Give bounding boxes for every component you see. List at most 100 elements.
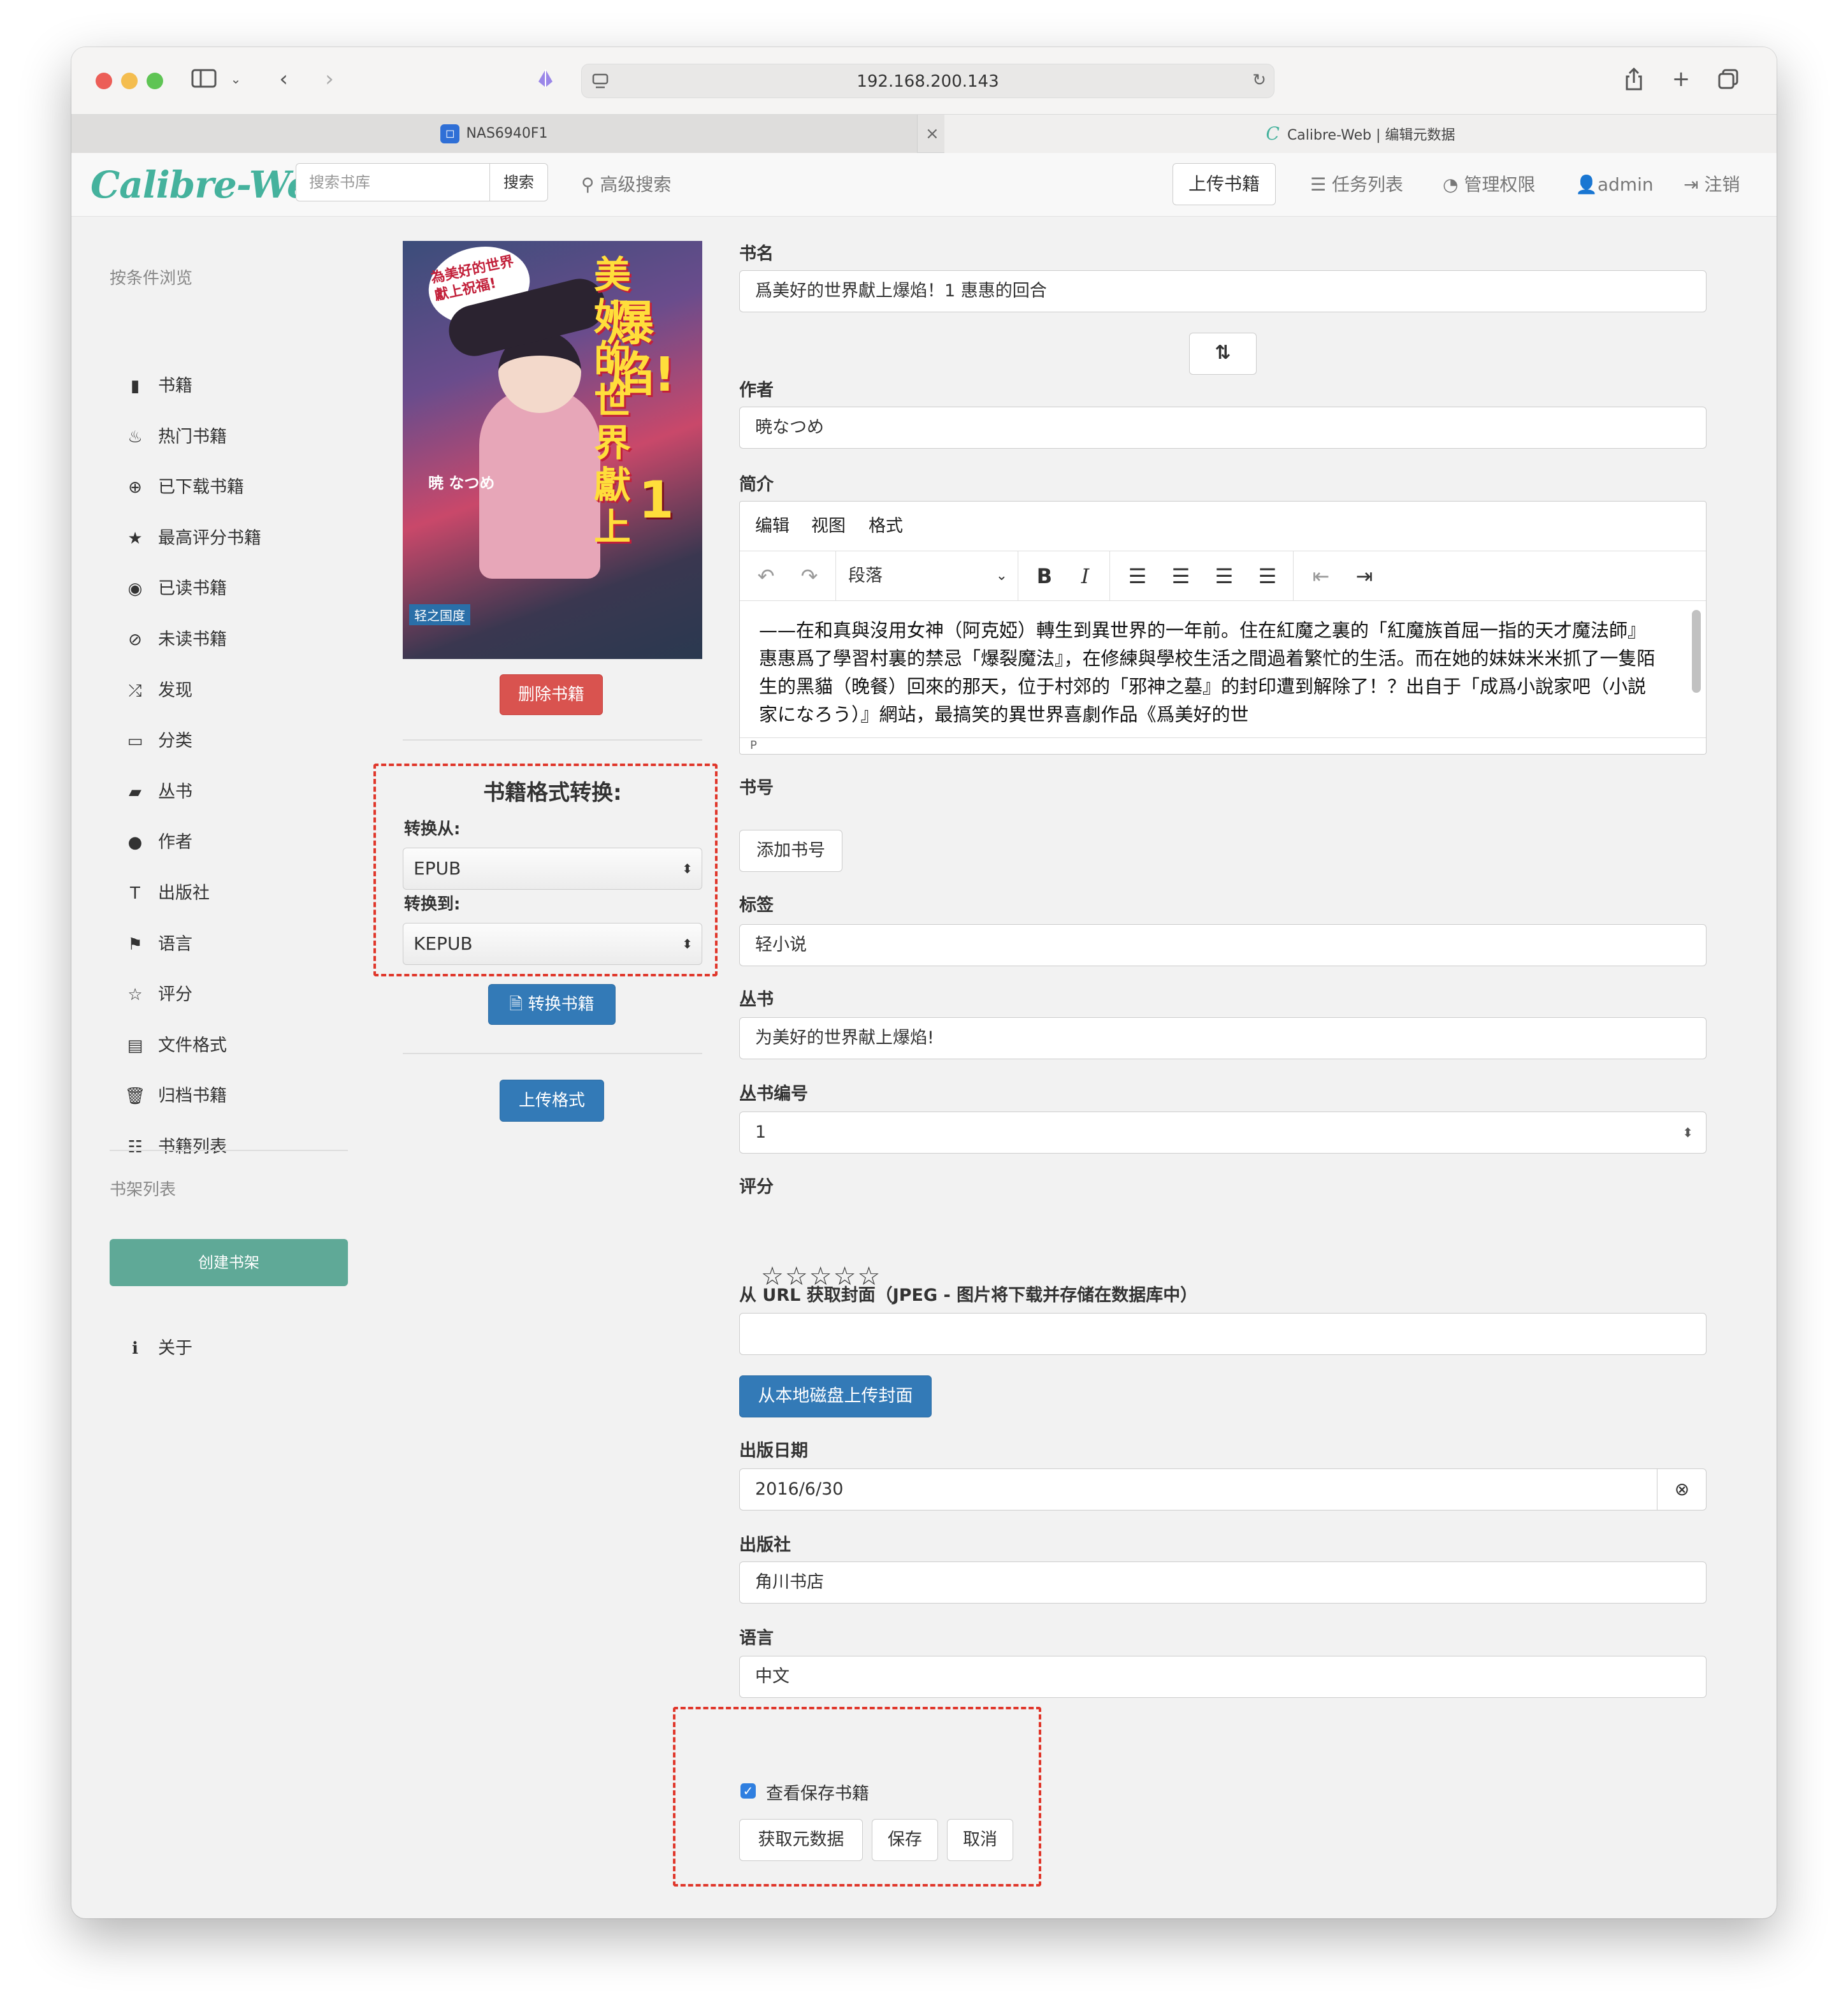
sidebar-item[interactable]: ♨ 热门书籍	[122, 422, 227, 453]
author-input[interactable]: 暁なつめ	[739, 407, 1707, 449]
cover-url-label: 从 URL 获取封面（JPEG - 图片将下载并存储在数据库中）	[739, 1286, 1198, 1305]
sidebar-item[interactable]: ☷ 书籍列表	[122, 1132, 227, 1163]
cover-volume: 1	[639, 470, 674, 530]
language-input[interactable]: 中文	[739, 1656, 1707, 1698]
advanced-search-link[interactable]: ⚲ 高级搜索	[581, 166, 671, 204]
convert-book-button[interactable]: 🗎 转换书籍	[488, 984, 616, 1025]
sidebar-item-about[interactable]: ℹ 关于	[122, 1333, 192, 1364]
bold-icon[interactable]: B	[1027, 551, 1062, 601]
bookmark-icon: ▰	[129, 782, 141, 802]
sidebar-item[interactable]: ⤮ 发现	[122, 676, 192, 706]
close-window-button[interactable]	[96, 73, 112, 89]
reload-icon[interactable]: ↻	[1252, 71, 1266, 90]
upload-cover-button[interactable]: 从本地磁盘上传封面	[739, 1375, 932, 1417]
extension-icon[interactable]	[533, 68, 558, 95]
series-input[interactable]: 为美好的世界献上爆焰!	[739, 1017, 1707, 1059]
cover-url-input[interactable]	[739, 1313, 1707, 1355]
logout-label: 注销	[1704, 174, 1740, 195]
sidebar-item[interactable]: ◉ 已读书籍	[122, 574, 227, 604]
redo-icon[interactable]: ↷	[793, 551, 825, 601]
upload-format-button[interactable]: 上传格式	[500, 1080, 604, 1122]
tab-label: Calibre-Web | 编辑元数据	[1287, 127, 1455, 143]
minimize-window-button[interactable]	[121, 73, 138, 89]
title-input[interactable]: 爲美好的世界獻上爆焰！1 惠惠的回合	[739, 270, 1707, 312]
block-format-select[interactable]: 段落 ⌄	[848, 551, 1014, 601]
italic-icon[interactable]: I	[1067, 551, 1103, 601]
delete-book-button[interactable]: 删除书籍	[500, 674, 603, 715]
address-bar[interactable]: 192.168.200.143 ↻	[581, 64, 1274, 98]
text-size-icon: T	[130, 884, 140, 903]
sidebar-toggle-icon[interactable]	[190, 68, 218, 95]
chevron-down-icon[interactable]: ⌄	[228, 66, 243, 92]
sidebar-item[interactable]: ▰ 丛书	[122, 777, 192, 808]
sidebar-item[interactable]: ▤ 文件格式	[122, 1031, 227, 1061]
logout-link[interactable]: ⇥ 注销	[1684, 166, 1740, 204]
spinner-icon[interactable]: ⬍	[1682, 1112, 1693, 1153]
tab-overview-icon[interactable]	[1715, 68, 1741, 96]
search-input[interactable]: 搜索书库	[296, 163, 491, 201]
sidebar-item[interactable]: ▭ 分类	[122, 726, 192, 757]
zoom-window-button[interactable]	[147, 73, 163, 89]
block-format-value: 段落	[848, 566, 883, 586]
description-text[interactable]: ——在和真與沒用女神（阿克婭）轉生到異世界的一年前。住在紅魔之裏的「紅魔族首屈一…	[759, 616, 1664, 728]
sidebar-item[interactable]: ☆ 评分	[122, 980, 192, 1010]
cover-main-title: 爆焰!	[607, 296, 675, 402]
user-link[interactable]: 👤admin	[1575, 166, 1654, 204]
share-icon[interactable]	[1622, 66, 1645, 98]
pubdate-input[interactable]: 2016/6/30	[739, 1468, 1707, 1510]
align-justify-icon[interactable]: ☰	[1250, 551, 1285, 601]
sidebar-item[interactable]: ⊕ 已下载书籍	[122, 472, 244, 503]
align-right-icon[interactable]: ☰	[1206, 551, 1242, 601]
editor-menu-edit[interactable]: 编辑	[755, 502, 790, 551]
highlight-save-box	[673, 1707, 1041, 1887]
editor-scrollbar[interactable]	[1692, 610, 1701, 693]
swap-title-author-button[interactable]: ⇅	[1189, 333, 1257, 375]
sidebar-item[interactable]: 🗑 归档书籍	[122, 1081, 227, 1112]
tab-label: NAS6940F1	[466, 126, 548, 141]
outdent-icon[interactable]: ⇤	[1303, 551, 1339, 601]
series-index-input[interactable]: 1 ⬍	[739, 1112, 1707, 1154]
nas-favicon-icon: ◻	[440, 124, 460, 143]
tasks-link[interactable]: ☰ 任务列表	[1310, 166, 1403, 204]
upload-book-button[interactable]: 上传书籍	[1173, 163, 1276, 205]
back-icon[interactable]: ‹	[274, 66, 293, 92]
clear-date-icon[interactable]: ⊗	[1657, 1469, 1707, 1510]
sidebar-item[interactable]: T 出版社	[122, 878, 210, 909]
create-shelf-button[interactable]: 创建书架	[110, 1239, 348, 1286]
undo-icon[interactable]: ↶	[750, 551, 782, 601]
add-identifier-button[interactable]: 添加书号	[739, 830, 842, 872]
sidebar-item-label: 书籍	[158, 376, 192, 396]
fire-icon: ♨	[127, 427, 143, 447]
sidebar-item[interactable]: ● 作者	[122, 827, 192, 858]
sidebar-item[interactable]: ▮ 书籍	[122, 371, 192, 402]
toolbar-separator	[1109, 551, 1110, 601]
sidebar-item[interactable]: ⚑ 语言	[122, 929, 192, 960]
pubdate-label: 出版日期	[739, 1441, 808, 1461]
admin-settings-link[interactable]: ◔ 管理权限	[1443, 166, 1535, 204]
align-center-icon[interactable]: ☰	[1163, 551, 1199, 601]
align-left-icon[interactable]: ☰	[1120, 551, 1155, 601]
tasks-icon: ☰	[1310, 174, 1332, 195]
sidebar-item-label: 文件格式	[158, 1035, 227, 1055]
new-tab-icon[interactable]: +	[1670, 66, 1693, 92]
sidebar-item[interactable]: ⊘ 未读书籍	[122, 625, 227, 655]
sidebar-item[interactable]: ★ 最高评分书籍	[122, 523, 261, 554]
user-label: admin	[1597, 174, 1654, 195]
flag-icon: ⚑	[127, 934, 143, 954]
description-editor[interactable]: 编辑 视图 格式 ↶ ↷ 段落 ⌄ B I ☰ ☰ ☰ ☰ ⇤ ⇥ ——在和真與沒…	[739, 501, 1707, 755]
publisher-input[interactable]: 角川书店	[739, 1561, 1707, 1604]
editor-menu-format[interactable]: 格式	[869, 502, 903, 551]
tab-close-icon[interactable]: ×	[925, 115, 941, 153]
logout-icon: ⇥	[1684, 174, 1705, 195]
tab-nas[interactable]: ◻ NAS6940F1	[71, 115, 918, 153]
shelves-heading: 书架列表	[110, 1180, 177, 1199]
tags-input[interactable]: 轻小说	[739, 924, 1707, 966]
admin-settings-label: 管理权限	[1464, 174, 1536, 195]
indent-icon[interactable]: ⇥	[1346, 551, 1382, 601]
sidebar-item-label: 语言	[158, 934, 192, 954]
editor-menu-view[interactable]: 视图	[811, 502, 846, 551]
search-button[interactable]: 搜索	[489, 163, 548, 201]
forward-icon[interactable]: ›	[320, 66, 339, 92]
tab-calibre[interactable]: C Calibre-Web | 编辑元数据	[944, 115, 1777, 153]
book-icon: ▮	[130, 377, 140, 396]
